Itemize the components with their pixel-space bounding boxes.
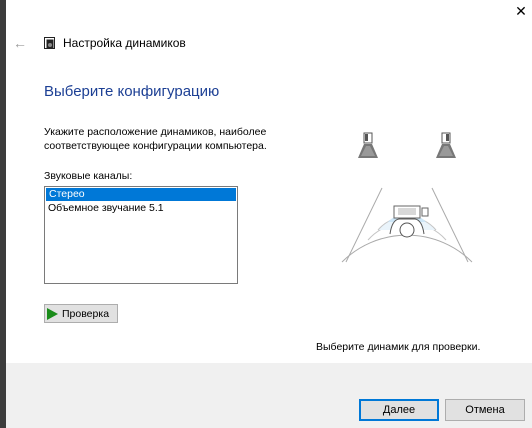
test-button[interactable]: Проверка xyxy=(44,304,118,323)
channel-item-stereo[interactable]: Стерео xyxy=(46,188,236,201)
dialog-title: Настройка динамиков xyxy=(63,36,186,50)
channel-item-surround-5-1[interactable]: Объемное звучание 5.1 xyxy=(45,202,237,215)
page-heading: Выберите конфигурацию xyxy=(44,83,220,100)
play-icon xyxy=(47,307,58,320)
speaker-settings-icon xyxy=(43,36,57,50)
speaker-icon[interactable] xyxy=(436,132,456,158)
channels-label: Звуковые каналы: xyxy=(44,170,133,182)
speaker-layout-diagram[interactable] xyxy=(336,128,478,270)
speaker-icon[interactable] xyxy=(358,132,378,158)
test-button-label: Проверка xyxy=(62,307,110,320)
cancel-button[interactable]: Отмена xyxy=(445,399,525,421)
channels-listbox[interactable]: Стерео Объемное звучание 5.1 xyxy=(44,186,238,284)
close-icon[interactable]: ✕ xyxy=(514,4,528,18)
back-arrow-icon[interactable]: ← xyxy=(12,35,28,51)
next-button[interactable]: Далее xyxy=(359,399,439,421)
dialog-header: ← Настройка динамиков xyxy=(12,34,186,52)
hint-text: Выберите динамик для проверки. xyxy=(316,341,481,353)
instruction-text: Укажите расположение динамиков, наиболее… xyxy=(44,126,267,152)
